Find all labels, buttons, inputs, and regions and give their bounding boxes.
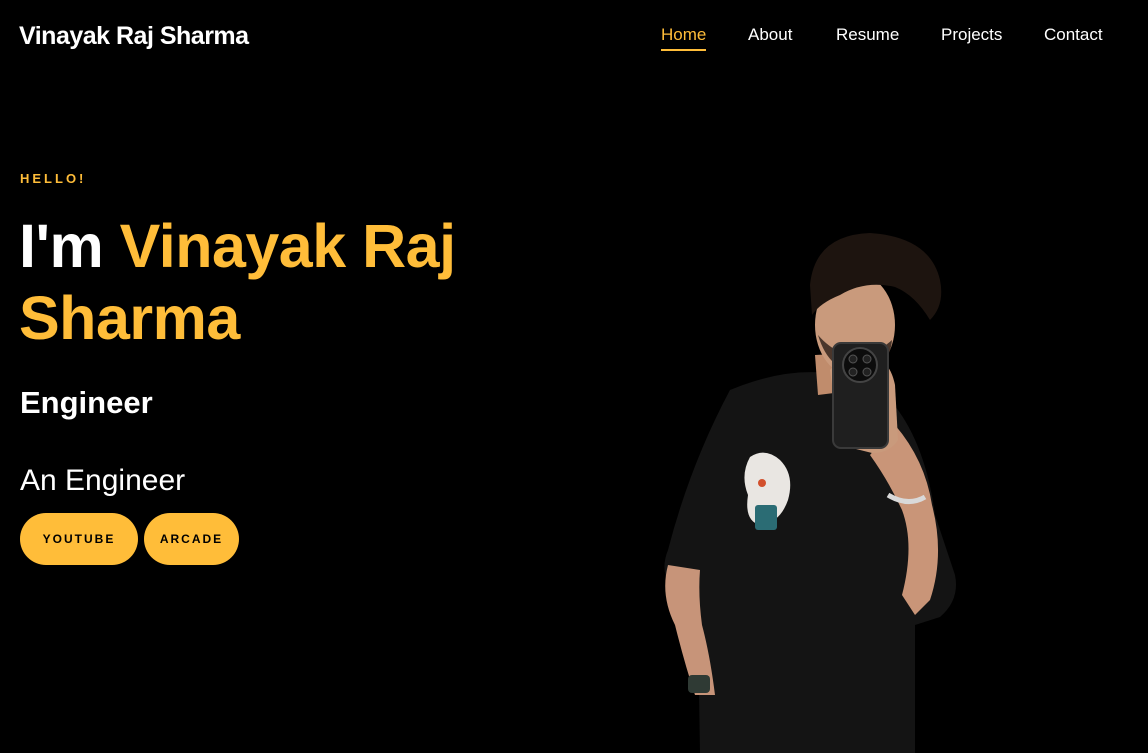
- hero-tagline: An Engineer: [20, 464, 186, 497]
- nav-about[interactable]: About: [748, 25, 792, 51]
- page: Vinayak Raj Sharma Home About Resume Pro…: [0, 0, 1148, 753]
- headline-prefix: I'm: [19, 212, 104, 280]
- nav-resume[interactable]: Resume: [836, 25, 899, 51]
- arcade-button[interactable]: ARCADE: [144, 513, 239, 565]
- hero-headline: I'm Vinayak Raj Sharma: [19, 210, 579, 354]
- nav-projects[interactable]: Projects: [941, 25, 1002, 51]
- nav-home[interactable]: Home: [661, 25, 707, 51]
- main-nav: Home About Resume Projects Contact: [648, 25, 1148, 55]
- hero-role: Engineer: [20, 385, 153, 420]
- brand-logo[interactable]: Vinayak Raj Sharma: [19, 22, 249, 51]
- youtube-button[interactable]: YOUTUBE: [20, 513, 138, 565]
- hero-greeting: HELLO!: [20, 171, 87, 186]
- nav-contact[interactable]: Contact: [1044, 25, 1103, 51]
- portrait-illustration: [664, 233, 956, 753]
- hero-portrait: [640, 225, 970, 753]
